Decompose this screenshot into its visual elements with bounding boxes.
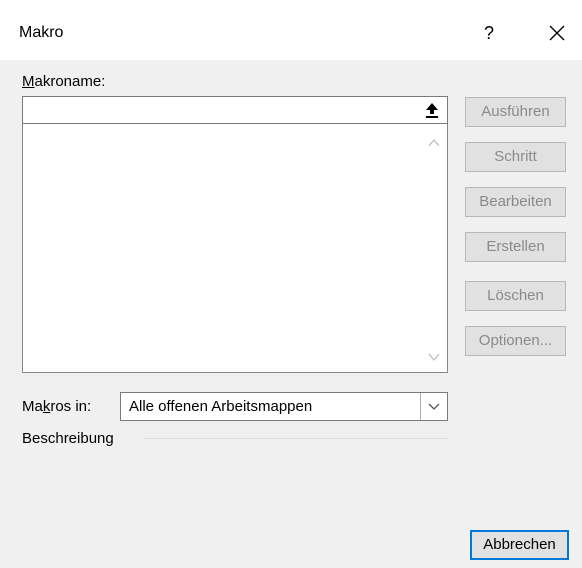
- cancel-button[interactable]: Abbrechen: [470, 530, 569, 560]
- arrow-up-icon: [426, 103, 438, 118]
- macros-in-label-post: ros in:: [50, 398, 92, 415]
- macros-in-selected: Alle offenen Arbeitsmappen: [129, 398, 313, 415]
- delete-button[interactable]: Löschen: [465, 281, 566, 311]
- macro-name-reference-button[interactable]: [421, 101, 443, 119]
- run-button[interactable]: Ausführen: [465, 97, 566, 127]
- list-scroll-down[interactable]: [427, 350, 441, 364]
- macro-dialog: Makro ? Makroname: Ausführen Schritt Bea…: [0, 0, 582, 568]
- chevron-up-icon: [428, 139, 440, 147]
- chevron-down-icon: [428, 353, 440, 361]
- description-label: Beschreibung: [22, 430, 114, 447]
- dialog-title: Makro: [19, 24, 64, 41]
- title-bar: Makro ?: [0, 0, 582, 60]
- macro-name-label-text: akroname:: [34, 73, 106, 90]
- list-scroll-up[interactable]: [427, 136, 441, 150]
- close-icon: [549, 25, 565, 41]
- macros-in-label: Makros in:: [22, 398, 91, 415]
- create-button[interactable]: Erstellen: [465, 232, 566, 262]
- chevron-down-icon: [428, 403, 440, 410]
- macro-name-input[interactable]: [22, 96, 448, 124]
- macro-name-label-accesskey: M: [22, 73, 35, 90]
- dropdown-arrow[interactable]: [420, 393, 447, 420]
- macros-in-label-pre: Ma: [22, 398, 43, 415]
- description-divider: [144, 438, 449, 439]
- options-button[interactable]: Optionen...: [465, 326, 566, 356]
- macro-name-label: Makroname:: [22, 73, 105, 90]
- help-button[interactable]: ?: [479, 18, 499, 48]
- step-button[interactable]: Schritt: [465, 142, 566, 172]
- macro-list[interactable]: [22, 124, 448, 373]
- close-button[interactable]: [542, 16, 572, 50]
- macros-in-dropdown[interactable]: Alle offenen Arbeitsmappen: [120, 392, 448, 421]
- edit-button[interactable]: Bearbeiten: [465, 187, 566, 217]
